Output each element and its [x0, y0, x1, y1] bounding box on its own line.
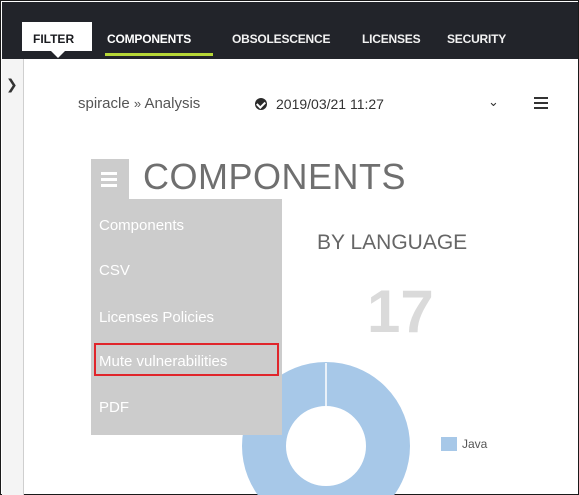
top-nav-bar: FILTER COMPONENTS OBSOLESCENCE LICENSES …	[2, 2, 578, 59]
highlight-box	[94, 343, 279, 376]
by-language-title: BY LANGUAGE	[317, 231, 468, 254]
breadcrumb-project[interactable]: spiracle	[78, 95, 130, 112]
chevron-right-icon[interactable]: ❯	[6, 77, 18, 93]
menu-item-pdf[interactable]: PDF	[99, 399, 129, 416]
breadcrumb-page: Analysis	[144, 95, 201, 112]
language-count: 17	[367, 278, 434, 345]
tab-filter-label: FILTER	[33, 32, 75, 46]
check-circle-icon	[255, 98, 267, 110]
tab-obsolescence[interactable]: OBSOLESCENCE	[232, 32, 330, 46]
tab-components[interactable]: COMPONENTS	[107, 32, 191, 46]
options-menu-icon[interactable]	[534, 97, 548, 109]
hamburger-menu-icon[interactable]	[91, 159, 129, 199]
analysis-date-select[interactable]: 2019/03/21 11:27 ⌄	[243, 86, 522, 122]
menu-item-licenses-policies[interactable]: Licenses Policies	[99, 309, 214, 326]
legend-label-java[interactable]: Java	[462, 437, 487, 451]
legend-swatch-java	[441, 437, 457, 451]
tab-security[interactable]: SECURITY	[447, 32, 506, 46]
breadcrumb-separator: »	[133, 96, 142, 111]
tab-filter[interactable]: FILTER	[22, 22, 92, 58]
active-tab-underline	[105, 53, 213, 56]
menu-item-components[interactable]: Components	[99, 217, 184, 234]
analysis-date-value: 2019/03/21 11:27	[276, 96, 384, 112]
export-dropdown-menu: Components CSV Licenses Policies Mute vu…	[91, 199, 282, 435]
menu-item-csv[interactable]: CSV	[99, 262, 130, 279]
breadcrumb: spiracle » Analysis	[78, 95, 200, 112]
active-pointer-notch	[51, 51, 65, 58]
section-title: COMPONENTS	[143, 156, 407, 197]
chevron-down-icon[interactable]: ⌄	[488, 95, 499, 110]
collapsed-sidebar[interactable]: ❯	[2, 59, 24, 495]
tab-licenses[interactable]: LICENSES	[362, 32, 421, 46]
app-frame: FILTER COMPONENTS OBSOLESCENCE LICENSES …	[0, 0, 579, 495]
